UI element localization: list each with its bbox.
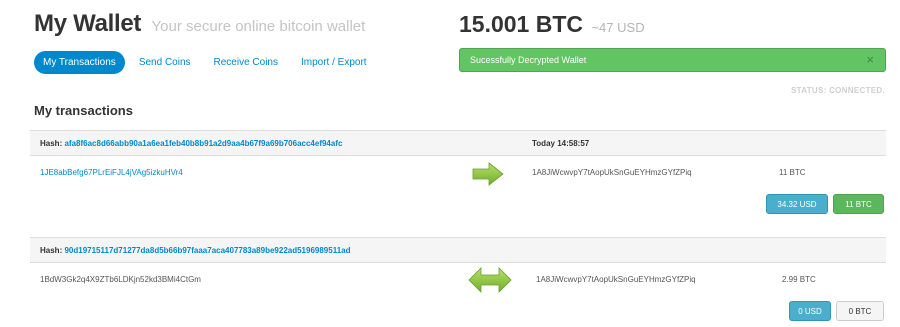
balance-usd: ~47 USD <box>591 20 645 35</box>
section-title: My transactions <box>34 103 133 118</box>
usd-value-button[interactable]: 0 USD <box>789 301 831 321</box>
transaction-header: Hash: afa8f6ac8d66abb90a1a6ea1feb40b8b91… <box>30 130 886 156</box>
amount: 11 BTC <box>779 168 806 177</box>
from-address-link[interactable]: 1JE8abBefg67PLrEiFJL4jVAg5izkuHVr4 <box>40 168 183 177</box>
app-subtitle: Your secure online bitcoin wallet <box>151 18 366 35</box>
nav-send-coins[interactable]: Send Coins <box>130 51 200 74</box>
to-address: 1A8JiWcwvpY7tAopUkSnGuEYHmzGYfZPiq <box>536 275 696 284</box>
btc-value-button[interactable]: 11 BTC <box>833 194 884 214</box>
to-address: 1A8JiWcwvpY7tAopUkSnGuEYHmzGYfZPiq <box>532 168 692 177</box>
alert-message: Sucessfully Decrypted Wallet <box>470 55 587 65</box>
close-icon[interactable]: × <box>866 53 874 67</box>
transaction-card: Hash: 90d19715117d71277da8d5b66b97faaa7a… <box>30 237 886 327</box>
nav-receive-coins[interactable]: Receive Coins <box>205 51 287 74</box>
hash-label: Hash: <box>40 246 63 255</box>
hash-label: Hash: <box>40 139 63 148</box>
hash-row: Hash: 90d19715117d71277da8d5b66b97faaa7a… <box>40 246 351 255</box>
balance-btc: 15.001 BTC <box>459 11 584 37</box>
arrow-left-right-icon <box>468 267 512 293</box>
usd-value-button[interactable]: 34.32 USD <box>766 194 828 214</box>
nav-import-export[interactable]: Import / Export <box>292 51 376 74</box>
transaction-body: 1BdW3Gk2q4X9ZTb6LDKjn52kd3BMi4CtGm 1A8Ji… <box>30 263 886 327</box>
hash-link[interactable]: 90d19715117d71277da8d5b66b97faaa7aca4077… <box>64 246 350 255</box>
transaction-time: Today 14:58:57 <box>532 139 590 148</box>
header: My Wallet Your secure online bitcoin wal… <box>34 10 365 38</box>
nav-my-transactions[interactable]: My Transactions <box>34 51 125 74</box>
balance-display: 15.001 BTC ~47 USD <box>459 11 645 38</box>
connection-status: STATUS: CONNECTED. <box>791 86 885 95</box>
btc-value-button[interactable]: 0 BTC <box>836 301 884 321</box>
amount: 2.99 BTC <box>782 275 816 284</box>
hash-link[interactable]: afa8f6ac8d66abb90a1a6ea1feb40b8b91a2d9aa… <box>64 139 342 148</box>
transaction-card: Hash: afa8f6ac8d66abb90a1a6ea1feb40b8b91… <box>30 130 886 226</box>
hash-row: Hash: afa8f6ac8d66abb90a1a6ea1feb40b8b91… <box>40 139 342 148</box>
nav-pills: My Transactions Send Coins Receive Coins… <box>34 51 381 74</box>
transaction-body: 1JE8abBefg67PLrEiFJL4jVAg5izkuHVr4 1A8Ji… <box>30 156 886 226</box>
from-address: 1BdW3Gk2q4X9ZTb6LDKjn52kd3BMi4CtGm <box>40 275 201 284</box>
success-alert: Sucessfully Decrypted Wallet × <box>459 48 886 72</box>
app-title: My Wallet <box>34 10 142 37</box>
arrow-right-icon <box>472 162 504 186</box>
transaction-header: Hash: 90d19715117d71277da8d5b66b97faaa7a… <box>30 237 886 263</box>
